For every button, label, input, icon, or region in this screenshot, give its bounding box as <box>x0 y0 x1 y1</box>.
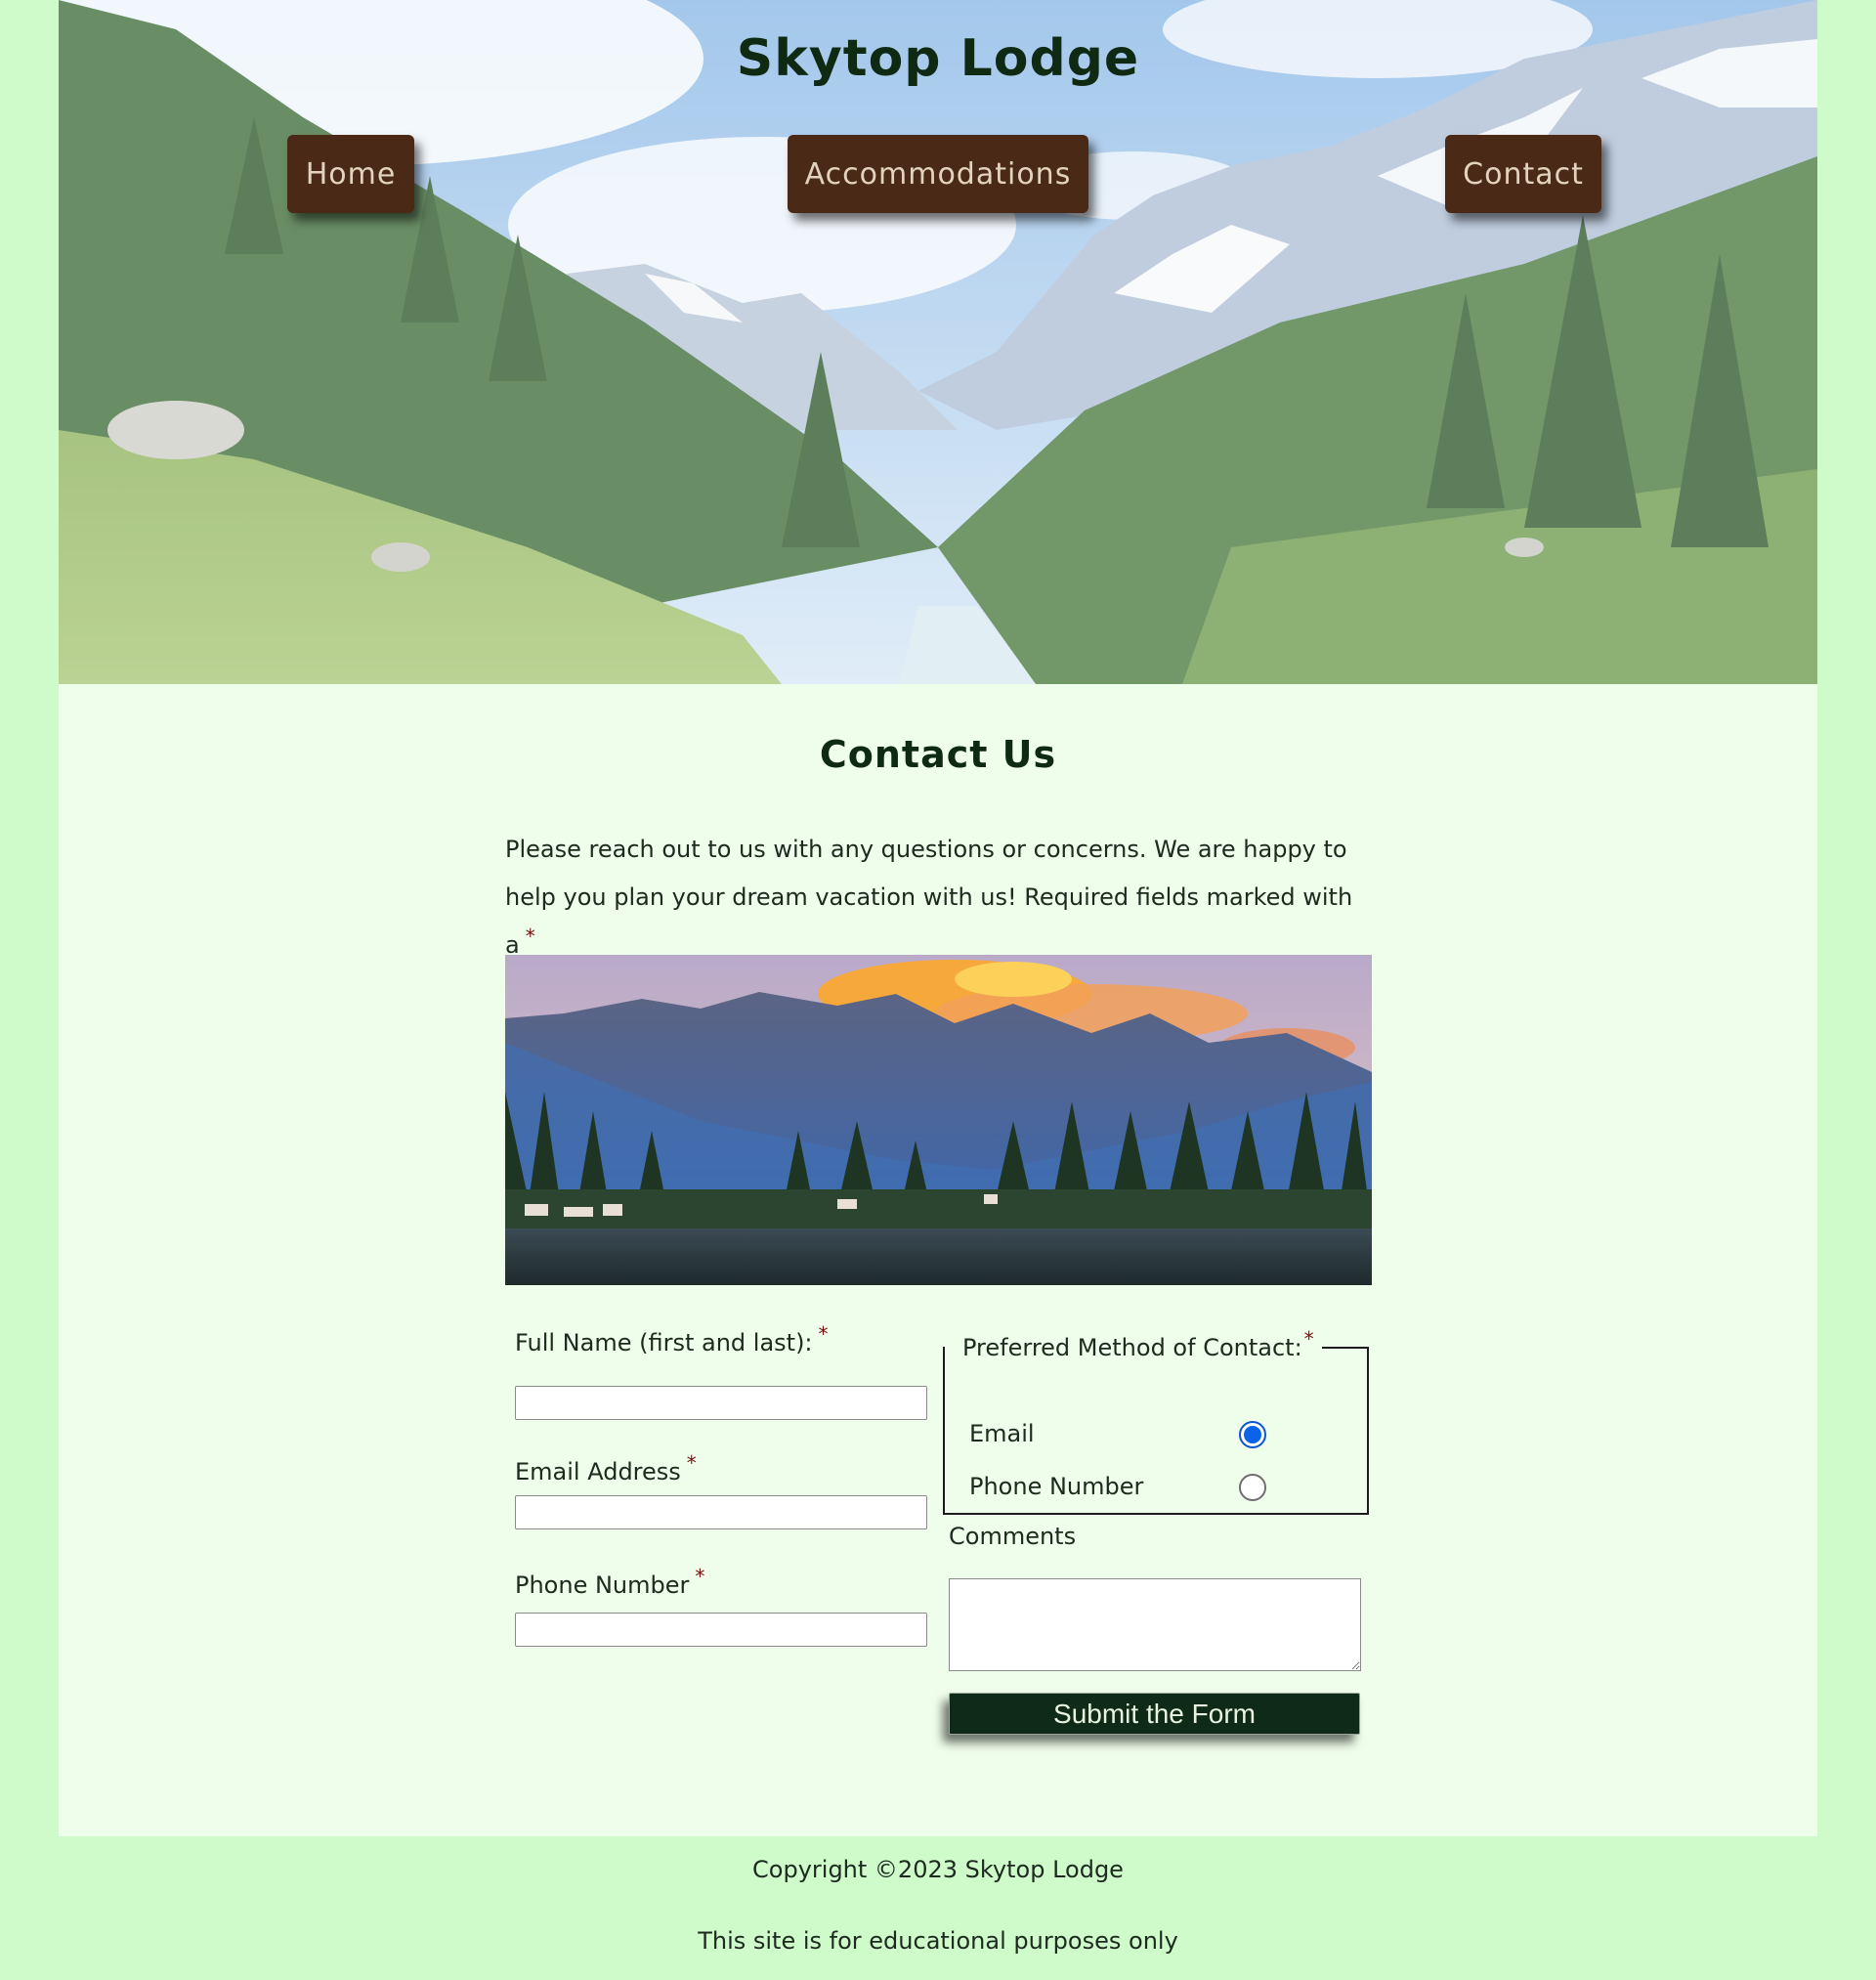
required-marker: * <box>695 1565 705 1588</box>
preferred-contact-fieldset: Preferred Method of Contact: * Email Phon… <box>943 1327 1369 1515</box>
required-marker: * <box>818 1322 829 1346</box>
required-marker: * <box>1303 1327 1314 1351</box>
intro-text: Please reach out to us with any question… <box>505 826 1385 970</box>
nav-accommodations-button[interactable]: Accommodations <box>788 135 1088 213</box>
intro-text-body: Please reach out to us with any question… <box>505 836 1353 959</box>
full-name-label-text: Full Name (first and last): <box>515 1329 813 1356</box>
page: Skytop Lodge Home Accommodations Contact… <box>59 0 1817 1980</box>
page-heading: Contact Us <box>819 733 1057 776</box>
full-name-input[interactable] <box>515 1386 927 1420</box>
submit-form-button[interactable]: Submit the Form <box>949 1693 1360 1735</box>
comments-label: Comments <box>949 1523 1077 1550</box>
email-address-label-text: Email Address <box>515 1458 681 1485</box>
email-address-input[interactable] <box>515 1495 927 1529</box>
main-content: Contact Us Please reach out to us with a… <box>59 684 1817 1836</box>
footer-disclaimer: This site is for educational purposes on… <box>698 1927 1178 1955</box>
email-address-label: Email Address * <box>515 1451 697 1485</box>
preferred-contact-legend: Preferred Method of Contact: * <box>945 1327 1322 1361</box>
comments-textarea[interactable] <box>949 1578 1361 1671</box>
nav-contact-button[interactable]: Contact <box>1445 135 1601 213</box>
required-marker: * <box>686 1451 697 1475</box>
site-title: Skytop Lodge <box>736 29 1140 88</box>
preferred-contact-legend-text: Preferred Method of Contact: <box>962 1334 1302 1361</box>
nav-home-button[interactable]: Home <box>287 135 414 213</box>
required-marker: * <box>525 925 535 948</box>
option-email-radio[interactable] <box>1239 1421 1266 1448</box>
option-phone-label: Phone Number <box>969 1473 1144 1500</box>
phone-number-label: Phone Number * <box>515 1565 704 1599</box>
lake-sunset-illustration <box>505 955 1372 1285</box>
option-phone-radio[interactable] <box>1239 1474 1266 1501</box>
lake-sunset-image <box>505 955 1372 1285</box>
footer-copyright: Copyright ©2023 Skytop Lodge <box>752 1856 1124 1883</box>
hero-header: Skytop Lodge Home Accommodations Contact <box>59 0 1817 684</box>
phone-number-label-text: Phone Number <box>515 1571 690 1599</box>
phone-number-input[interactable] <box>515 1613 927 1647</box>
option-email-label: Email <box>969 1420 1035 1447</box>
footer: Copyright ©2023 Skytop Lodge This site i… <box>59 1836 1817 1980</box>
hero-overlay <box>59 0 1817 684</box>
full-name-label: Full Name (first and last): * <box>515 1322 829 1356</box>
